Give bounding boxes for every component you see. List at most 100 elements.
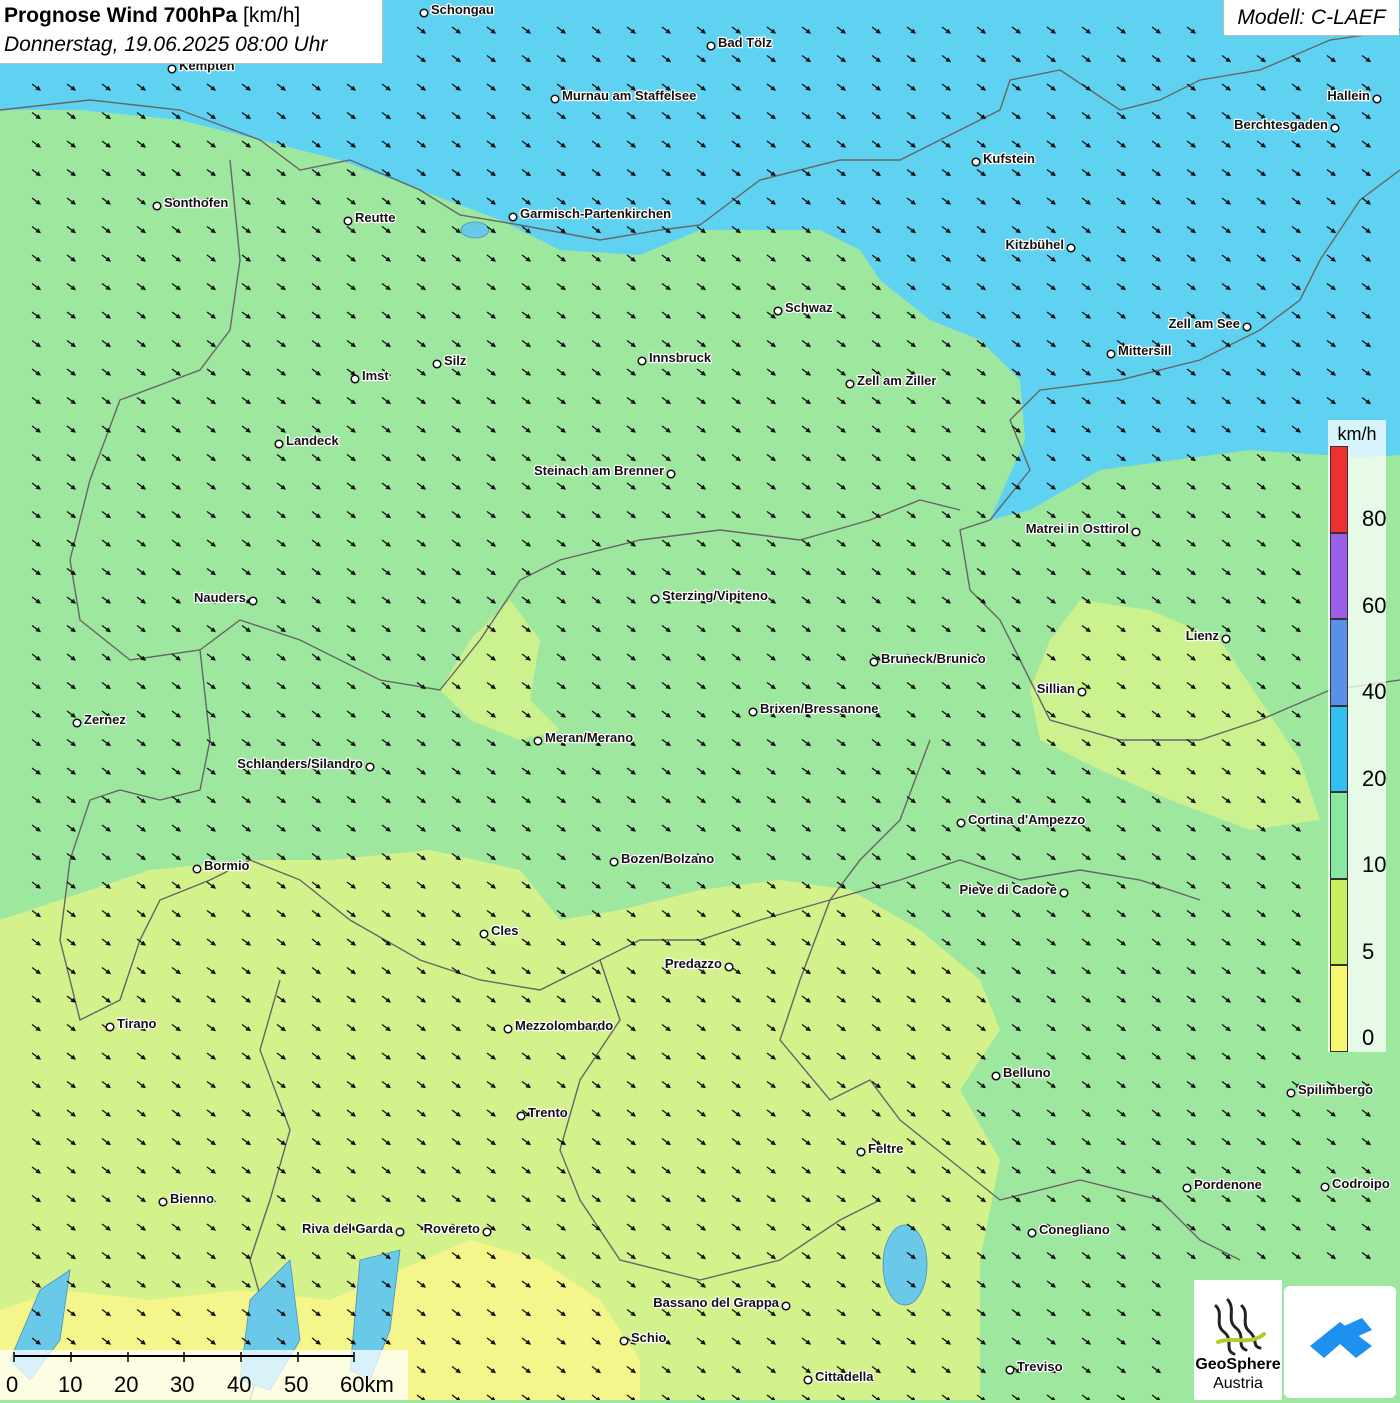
city-marker: Garmisch-Partenkirchen — [508, 205, 672, 222]
city-marker: Schongau — [419, 1, 495, 18]
city-dot — [516, 1111, 526, 1121]
city-dot — [419, 8, 429, 18]
city-label: Nauders — [194, 590, 246, 605]
wind-app-icon — [1310, 1318, 1372, 1358]
city-label: Schwaz — [785, 300, 833, 315]
city-marker: Mezzolombardo — [503, 1017, 615, 1034]
city-dot — [1286, 1088, 1296, 1098]
city-label: Lienz — [1186, 628, 1220, 643]
city-marker: Bad Tölz — [706, 34, 774, 51]
city-label: Trento — [528, 1105, 568, 1120]
city-dot — [192, 864, 202, 874]
map-title: Prognose Wind 700hPa [km/h] — [4, 4, 300, 28]
city-label: Schongau — [431, 2, 494, 17]
city-dot — [845, 379, 855, 389]
city-label: Conegliano — [1039, 1222, 1110, 1237]
city-marker: Zell am See — [1167, 315, 1252, 332]
city-dot — [773, 306, 783, 316]
city-dot — [350, 374, 360, 384]
legend-bin — [1330, 705, 1348, 792]
city-label: Treviso — [1017, 1359, 1063, 1374]
city-marker: Sonthofen — [152, 194, 230, 211]
city-dot — [72, 718, 82, 728]
legend-bin — [1330, 878, 1348, 965]
city-dot — [167, 64, 177, 74]
city-marker: Pieve di Cadore — [958, 881, 1069, 898]
geosphere-emblem-icon — [1214, 1298, 1266, 1356]
city-label: Meran/Merano — [545, 730, 633, 745]
city-label: Sonthofen — [164, 195, 228, 210]
city-dot — [1372, 94, 1382, 104]
city-marker: Steinach am Brenner — [533, 462, 676, 479]
scale-tick-label: 30 — [170, 1372, 195, 1397]
city-dot — [432, 359, 442, 369]
city-dot — [1242, 322, 1252, 332]
city-label: Sillian — [1037, 681, 1075, 696]
city-dot — [395, 1227, 405, 1237]
city-dot — [479, 929, 489, 939]
city-label: Bad Tölz — [718, 35, 773, 50]
city-dot — [706, 41, 716, 51]
legend-bin-label: 80 — [1362, 506, 1387, 531]
city-label: Innsbruck — [649, 350, 712, 365]
map-title-main: Prognose Wind 700hPa — [4, 4, 238, 27]
city-dot — [248, 596, 258, 606]
city-label: Bormio — [204, 858, 250, 873]
city-label: Pordenone — [1194, 1177, 1262, 1192]
city-dot — [803, 1375, 813, 1385]
geosphere-name: GeoSphere — [1195, 1356, 1281, 1373]
city-label: Zell am Ziller — [857, 373, 936, 388]
city-label: Tirano — [117, 1016, 157, 1031]
city-dot — [1027, 1228, 1037, 1238]
city-label: Pieve di Cadore — [959, 882, 1057, 897]
city-marker: Zell am Ziller — [845, 372, 938, 389]
city-dot — [991, 1071, 1001, 1081]
city-dot — [1005, 1365, 1015, 1375]
city-dot — [724, 962, 734, 972]
city-label: Murnau am Staffelsee — [562, 88, 696, 103]
legend-bin — [1330, 792, 1348, 879]
city-marker: Cortina d'Ampezzo — [956, 811, 1087, 828]
city-label: Bassano del Grappa — [653, 1295, 779, 1310]
city-label: Cittadella — [815, 1369, 874, 1384]
city-dot — [1059, 888, 1069, 898]
city-marker: Bruneck/Brunico — [869, 650, 987, 667]
city-dot — [1131, 527, 1141, 537]
city-marker: Berchtesgaden — [1233, 116, 1340, 133]
city-marker: Murnau am Staffelsee — [550, 87, 698, 104]
city-marker: Meran/Merano — [533, 729, 634, 746]
city-dot — [637, 356, 647, 366]
city-dot — [343, 216, 353, 226]
city-dot — [619, 1336, 629, 1346]
legend-bin-label: 0 — [1362, 1025, 1375, 1050]
city-dot — [869, 657, 879, 667]
city-label: Hallein — [1327, 88, 1370, 103]
legend-bin-label: 10 — [1362, 852, 1387, 877]
scale-tick-label: 0 — [6, 1372, 19, 1397]
city-label: Reutte — [355, 210, 395, 225]
city-label: Bozen/Bolzano — [621, 851, 714, 866]
app-logo — [1284, 1286, 1396, 1398]
city-label: Riva del Garda — [302, 1221, 394, 1236]
city-dot — [1066, 243, 1076, 253]
geosphere-country: Austria — [1213, 1375, 1263, 1392]
city-marker: Pordenone — [1182, 1176, 1263, 1193]
city-dot — [550, 94, 560, 104]
legend-bin-label: 5 — [1362, 938, 1375, 964]
city-label: Berchtesgaden — [1234, 117, 1328, 132]
map-title-unit: [km/h] — [243, 4, 301, 27]
city-marker: Spilimbergo — [1286, 1081, 1374, 1098]
city-dot — [482, 1227, 492, 1237]
city-marker: Sterzing/Vipiteno — [650, 587, 769, 604]
city-marker: Codroipo — [1320, 1175, 1391, 1192]
city-label: Predazzo — [665, 956, 722, 971]
scale-tick-label: 10 — [58, 1372, 83, 1397]
city-label: Zell am See — [1168, 316, 1240, 331]
city-dot — [508, 212, 518, 222]
city-label: Kitzbühel — [1006, 237, 1065, 252]
city-label: Matrei in Osttirol — [1026, 521, 1129, 536]
legend-bin — [1330, 446, 1348, 533]
city-label: Cles — [491, 923, 518, 938]
wind-map: SchongauBad TölzKemptenMurnau am Staffel… — [0, 0, 1400, 1400]
city-label: Codroipo — [1332, 1176, 1390, 1191]
